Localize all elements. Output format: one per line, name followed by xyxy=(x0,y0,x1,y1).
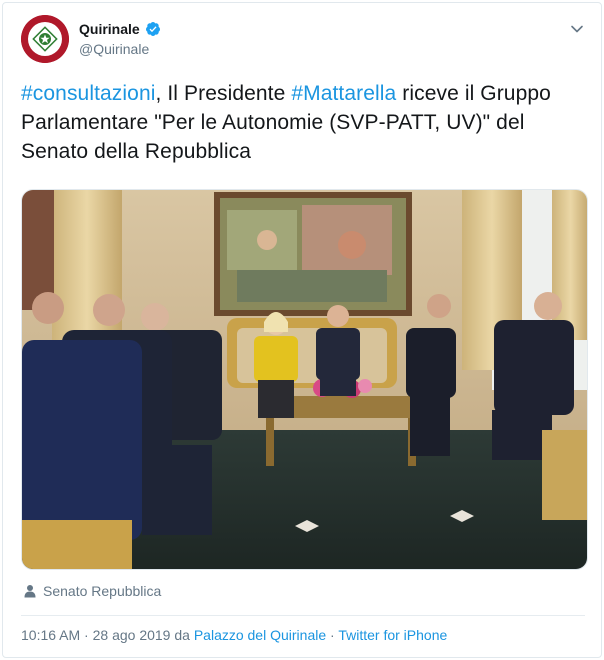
avatar[interactable] xyxy=(21,15,69,63)
name-row: Quirinale xyxy=(79,21,161,37)
divider xyxy=(21,615,585,616)
tweet-text: #consultazioni, Il Presidente #Mattarell… xyxy=(21,79,581,166)
source-link[interactable]: Twitter for iPhone xyxy=(338,627,447,643)
person-icon xyxy=(24,585,36,598)
tweet-time[interactable]: 10:16 AM xyxy=(21,627,80,643)
hashtag-consultazioni[interactable]: #consultazioni xyxy=(21,82,156,105)
quirinale-emblem-icon xyxy=(21,15,69,63)
meeting-photo-illustration xyxy=(22,190,587,569)
display-name[interactable]: Quirinale xyxy=(79,21,140,37)
tweet-date[interactable]: 28 ago 2019 xyxy=(93,627,171,643)
verified-badge-icon xyxy=(145,22,160,36)
chevron-down-icon[interactable] xyxy=(569,21,585,37)
hashtag-mattarella[interactable]: #Mattarella xyxy=(291,82,396,105)
tweet-card: Quirinale @Quirinale #consultazioni, Il … xyxy=(2,2,602,658)
tweet-meta: 10:16 AM · 28 ago 2019 da Palazzo del Qu… xyxy=(21,627,447,643)
tagged-user[interactable]: Senato Repubblica xyxy=(23,583,161,599)
location-link[interactable]: Palazzo del Quirinale xyxy=(194,627,326,643)
meeting-photo[interactable] xyxy=(21,189,588,570)
tagged-user-label: Senato Repubblica xyxy=(43,583,162,599)
meta-separator: · xyxy=(80,627,93,643)
meta-separator-2: · xyxy=(326,627,339,643)
meta-da: da xyxy=(170,627,194,643)
handle[interactable]: @Quirinale xyxy=(79,41,149,57)
tweet-text-part-1: , Il Presidente xyxy=(155,82,292,105)
